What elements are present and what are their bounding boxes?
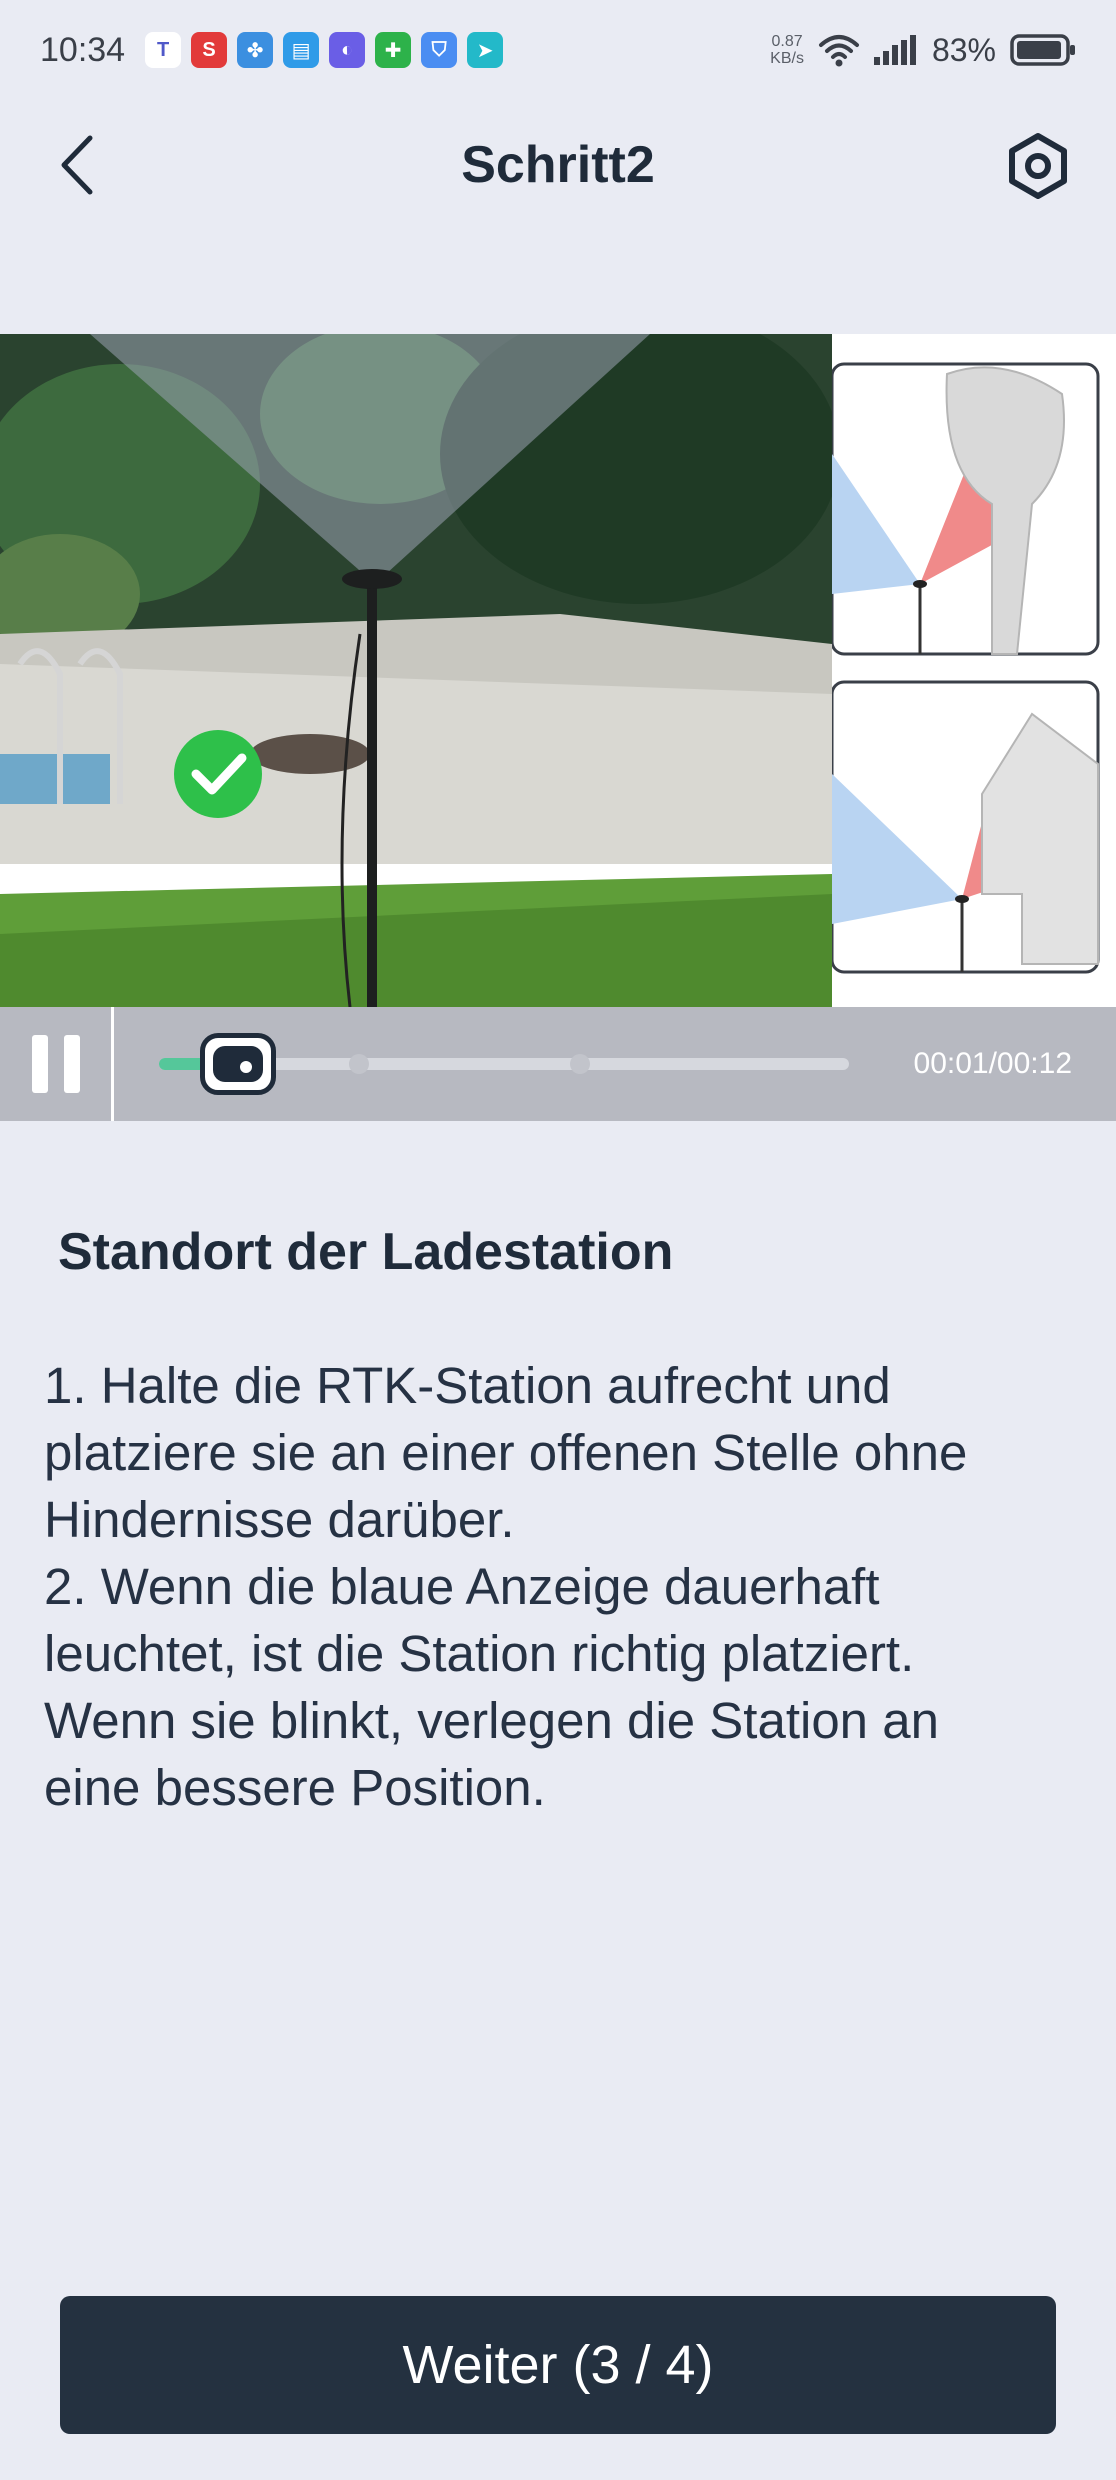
instruction-line: leuchtet, ist die Station richtig platzi… (44, 1625, 915, 1682)
progress-marker (569, 1054, 590, 1074)
arrow-app-icon: ➤ (467, 32, 504, 68)
status-time: 10:34 (40, 30, 126, 69)
shield-app-icon: ⛉ (421, 32, 458, 68)
signal-icon (873, 35, 916, 65)
network-speed: 0.87 KB/s (770, 33, 804, 67)
pause-icon-bar-left (31, 1035, 48, 1093)
video-progress-bar[interactable] (159, 1007, 849, 1121)
status-right: 0.87 KB/s 83% (770, 32, 1076, 69)
pause-button[interactable] (0, 1007, 114, 1121)
status-bar: 10:34 T S ✤ ▤ ◐ ✚ ⛉ ➤ 0.87 KB/s 83% (0, 0, 1116, 100)
security-app-icon: ✚ (375, 32, 412, 68)
tutorial-video[interactable] (0, 334, 1116, 1007)
back-arrow-icon (61, 135, 93, 195)
instruction-line: Wenn sie blinkt, verlegen die Station an (44, 1692, 939, 1749)
network-speed-unit: KB/s (770, 50, 804, 67)
video-scene-image (0, 334, 832, 1007)
section-heading: Standort der Ladestation (58, 1223, 674, 1281)
fan-app-icon: ✤ (237, 32, 274, 68)
instruction-line: Hindernisse darüber. (44, 1491, 515, 1548)
header: Schritt2 (0, 100, 1116, 230)
clipboard-app-icon: ▤ (283, 32, 320, 68)
video-time: 00:01/00:12 (913, 1047, 1072, 1080)
pause-icon-bar-right (63, 1035, 80, 1093)
page-title: Schritt2 (461, 136, 655, 194)
instruction-text: 1. Halte die RTK-Station aufrecht und pl… (44, 1352, 1084, 1821)
mower-icon-dot (240, 1061, 253, 1073)
mower-icon (213, 1046, 264, 1082)
progress-thumb[interactable] (200, 1033, 277, 1095)
back-button[interactable] (50, 130, 110, 200)
video-controls: 00:01/00:12 (0, 1007, 1116, 1121)
battery-percent: 83% (931, 31, 996, 68)
battery-icon (1010, 34, 1075, 66)
instruction-line: platziere sie an einer offenen Stelle oh… (44, 1424, 968, 1481)
instruction-line: 2. Wenn die blaue Anzeige dauerhaft (44, 1558, 880, 1615)
settings-button[interactable] (1000, 128, 1076, 204)
settings-gear-icon (1009, 133, 1067, 199)
moon-app-icon: ◐ (329, 32, 366, 68)
wifi-icon (818, 35, 859, 67)
progress-marker (349, 1054, 370, 1074)
teams-icon: T (145, 32, 182, 68)
network-speed-value: 0.87 (771, 33, 803, 50)
s-app-icon: S (191, 32, 228, 68)
next-button[interactable]: Weiter (3 / 4) (60, 2296, 1056, 2434)
placement-diagram-image (832, 334, 1116, 1007)
instruction-line: eine bessere Position. (44, 1759, 546, 1816)
notification-icons: T S ✤ ▤ ◐ ✚ ⛉ ➤ (145, 32, 504, 68)
instruction-line: 1. Halte die RTK-Station aufrecht und (44, 1357, 891, 1414)
